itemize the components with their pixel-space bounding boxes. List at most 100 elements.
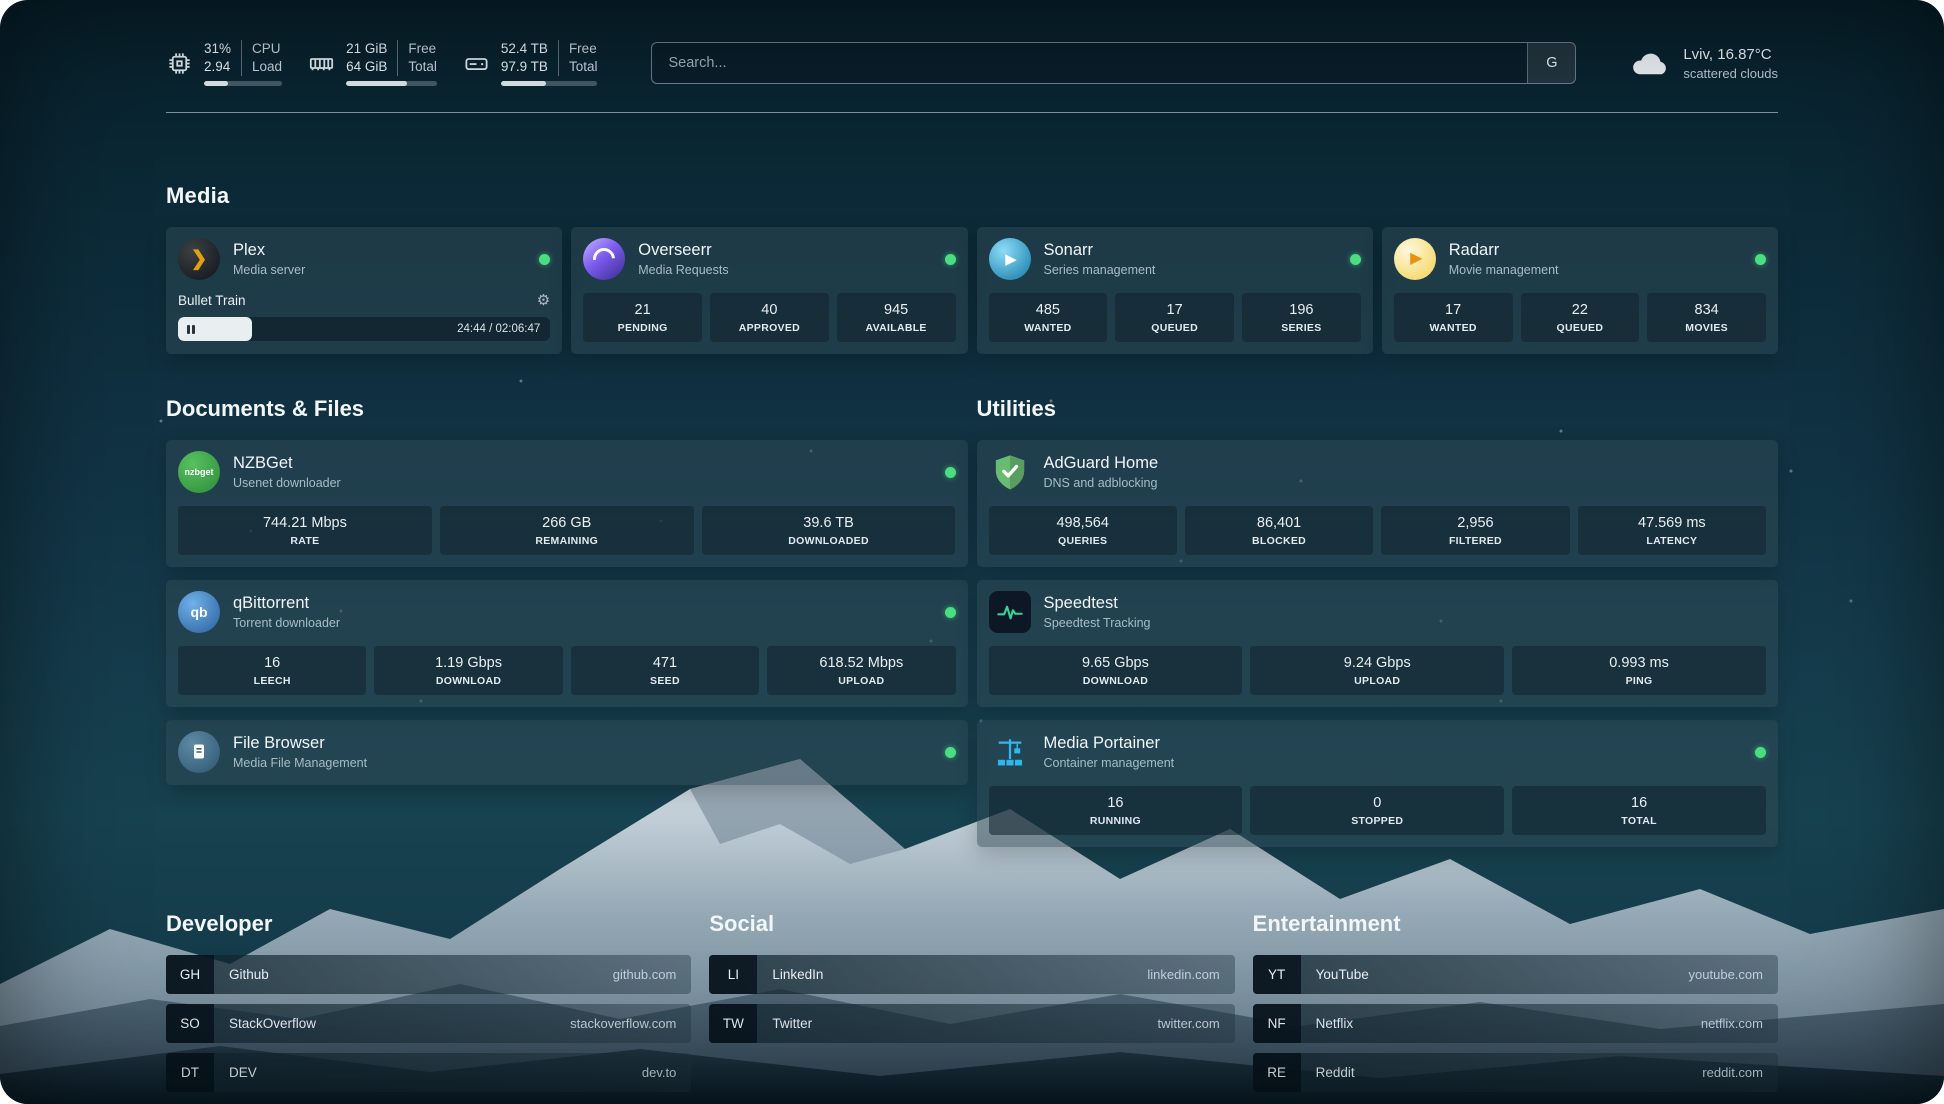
developer-column: Developer GH Github github.com SO StackO… <box>166 911 691 1102</box>
stat-filtered: 2,956FILTERED <box>1381 506 1569 555</box>
bookmark-netflix[interactable]: NF Netflix netflix.com <box>1253 1004 1778 1043</box>
bookmark-abbr: YT <box>1253 955 1301 994</box>
stat-movies: 834MOVIES <box>1647 293 1766 342</box>
bookmark-name: Github <box>214 955 269 994</box>
sonarr-card[interactable]: ▶ Sonarr Series management 485WANTED 17Q… <box>977 227 1373 354</box>
bookmark-youtube[interactable]: YT YouTube youtube.com <box>1253 955 1778 994</box>
cloud-icon <box>1630 48 1670 78</box>
stat-pending: 21PENDING <box>583 293 702 342</box>
status-dot <box>945 607 956 618</box>
cpu-load-value: 2.94 <box>204 58 230 76</box>
radarr-card[interactable]: ▶ Radarr Movie management 17WANTED 22QUE… <box>1382 227 1778 354</box>
bookmark-url: stackoverflow.com <box>570 1004 691 1043</box>
service-description: Usenet downloader <box>233 476 341 490</box>
stat-available: 945AVAILABLE <box>837 293 956 342</box>
bookmark-abbr: SO <box>166 1004 214 1043</box>
service-name: qBittorrent <box>233 594 340 613</box>
bookmark-twitter[interactable]: TW Twitter twitter.com <box>709 1004 1234 1043</box>
cpu-widget: 31% 2.94 CPU Load <box>166 40 282 86</box>
social-column: Social LI LinkedIn linkedin.com TW Twitt… <box>709 911 1234 1053</box>
status-dot <box>945 254 956 265</box>
service-name: Speedtest <box>1044 594 1151 613</box>
entertainment-column: Entertainment YT YouTube youtube.com NF … <box>1253 911 1778 1102</box>
gear-icon[interactable]: ⚙ <box>537 293 550 308</box>
search-provider-button[interactable]: G <box>1527 43 1575 83</box>
stat-latency: 47.569 msLATENCY <box>1578 506 1766 555</box>
stat-stopped: 0STOPPED <box>1250 786 1504 835</box>
pause-icon[interactable] <box>187 325 190 334</box>
plex-icon: ❯ <box>178 238 220 280</box>
playback-progress-fill <box>178 317 252 341</box>
bookmark-url: github.com <box>613 955 692 994</box>
cpu-usage-bar-fill <box>204 81 228 86</box>
header-divider <box>166 112 1778 113</box>
disk-total-label: Total <box>569 58 598 76</box>
status-dot <box>539 254 550 265</box>
service-description: Movie management <box>1449 263 1559 277</box>
overseerr-card[interactable]: Overseerr Media Requests 21PENDING 40APP… <box>571 227 967 354</box>
memory-icon <box>308 50 335 77</box>
qbittorrent-icon: qb <box>178 591 220 633</box>
status-dot <box>1755 747 1766 758</box>
disk-free-label: Free <box>569 40 598 58</box>
bookmark-stackoverflow[interactable]: SO StackOverflow stackoverflow.com <box>166 1004 691 1043</box>
stat-queries: 498,564QUERIES <box>989 506 1177 555</box>
section-title-developer: Developer <box>166 911 691 937</box>
nzbget-card[interactable]: nzbget NZBGet Usenet downloader 744.21 M… <box>166 440 968 567</box>
bookmark-name: LinkedIn <box>757 955 823 994</box>
status-dot <box>1350 254 1361 265</box>
adguard-card[interactable]: AdGuard Home DNS and adblocking 498,564Q… <box>977 440 1779 567</box>
stat-rate: 744.21 MbpsRATE <box>178 506 432 555</box>
bookmark-abbr: TW <box>709 1004 757 1043</box>
status-dot <box>945 467 956 478</box>
section-title-entertainment: Entertainment <box>1253 911 1778 937</box>
bookmark-github[interactable]: GH Github github.com <box>166 955 691 994</box>
bookmark-reddit[interactable]: RE Reddit reddit.com <box>1253 1053 1778 1092</box>
memory-total-value: 64 GiB <box>346 58 387 76</box>
bookmark-name: DEV <box>214 1053 257 1092</box>
status-dot <box>1755 254 1766 265</box>
bookmark-abbr: DT <box>166 1053 214 1092</box>
service-name: Radarr <box>1449 241 1559 260</box>
portainer-card[interactable]: Media Portainer Container management 16R… <box>977 720 1779 847</box>
bookmark-name: Twitter <box>757 1004 812 1043</box>
filebrowser-card[interactable]: File Browser Media File Management <box>166 720 968 785</box>
service-description: Speedtest Tracking <box>1044 616 1151 630</box>
plex-card[interactable]: ❯ Plex Media server Bullet Train ⚙ 24:44… <box>166 227 562 354</box>
stat-upload: 618.52 MbpsUPLOAD <box>767 646 955 695</box>
bookmark-linkedin[interactable]: LI LinkedIn linkedin.com <box>709 955 1234 994</box>
memory-widget: 21 GiB 64 GiB Free Total <box>308 40 437 86</box>
disk-usage-bar-fill <box>501 81 546 86</box>
search-bar: G <box>651 42 1576 84</box>
service-description: DNS and adblocking <box>1044 476 1159 490</box>
utilities-column: Utilities <box>977 396 1779 847</box>
stat-seed: 471SEED <box>571 646 759 695</box>
service-description: Media Requests <box>638 263 728 277</box>
playback-progress-bar: 24:44 / 02:06:47 <box>178 317 550 341</box>
weather-location: Lviv, 16.87°C <box>1683 46 1778 63</box>
service-description: Container management <box>1044 756 1175 770</box>
portainer-crane-icon <box>989 731 1031 773</box>
qbittorrent-card[interactable]: qb qBittorrent Torrent downloader 16LEEC… <box>166 580 968 707</box>
stat-ping: 0.993 msPING <box>1512 646 1766 695</box>
disk-free-value: 52.4 TB <box>501 40 548 58</box>
service-name: File Browser <box>233 734 367 753</box>
stat-wanted: 17WANTED <box>1394 293 1513 342</box>
bookmark-url: netflix.com <box>1701 1004 1778 1043</box>
media-grid: ❯ Plex Media server Bullet Train ⚙ 24:44… <box>166 227 1778 354</box>
search-input[interactable] <box>652 43 1527 83</box>
disk-total-value: 97.9 TB <box>501 58 548 76</box>
filebrowser-icon <box>178 731 220 773</box>
speedtest-waveform-icon <box>989 591 1031 633</box>
top-bar: 31% 2.94 CPU Load <box>166 40 1778 86</box>
service-name: Sonarr <box>1044 241 1156 260</box>
service-name: Overseerr <box>638 241 728 260</box>
speedtest-card[interactable]: Speedtest Speedtest Tracking 9.65 GbpsDO… <box>977 580 1779 707</box>
documents-column: Documents & Files nzbget NZBGet Usenet d… <box>166 396 968 785</box>
disk-widget: 52.4 TB 97.9 TB Free Total <box>463 40 598 86</box>
cpu-load-label: Load <box>252 58 282 76</box>
service-description: Series management <box>1044 263 1156 277</box>
bookmark-dev[interactable]: DT DEV dev.to <box>166 1053 691 1092</box>
bookmark-name: Netflix <box>1301 1004 1354 1043</box>
bookmark-abbr: GH <box>166 955 214 994</box>
